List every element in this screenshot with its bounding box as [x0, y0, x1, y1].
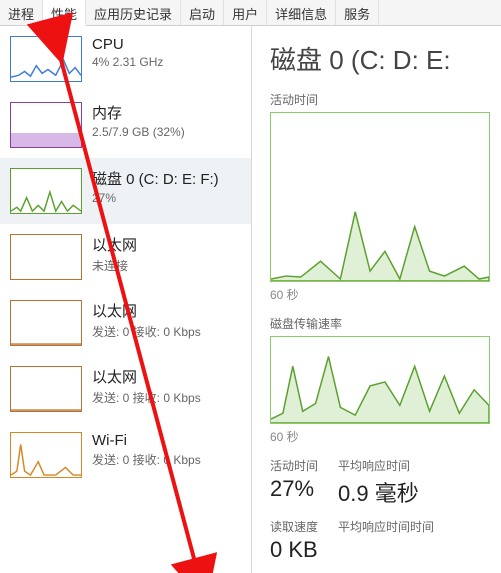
ethernet-thumb-icon: [10, 234, 82, 280]
tab-bar: 进程 性能 应用历史记录 启动 用户 详细信息 服务: [0, 0, 501, 26]
memory-thumb-icon: [10, 102, 82, 148]
tab-performance[interactable]: 性能: [43, 0, 86, 26]
stat-avg-rw-label: 平均响应时间时间: [338, 518, 434, 535]
disk-sub: 27%: [92, 191, 219, 205]
memory-title: 内存: [92, 102, 185, 123]
tab-app-history[interactable]: 应用历史记录: [86, 0, 181, 25]
wifi-sub: 发送: 0 接收: 0 Kbps: [92, 451, 201, 468]
tab-services[interactable]: 服务: [336, 0, 379, 25]
tab-startup[interactable]: 启动: [181, 0, 224, 25]
sidebar-item-memory[interactable]: 内存 2.5/7.9 GB (32%): [0, 92, 251, 158]
active-time-chart[interactable]: [270, 112, 490, 282]
wifi-title: Wi-Fi: [92, 432, 201, 449]
eth0-title: 以太网: [92, 234, 137, 255]
stat-resp-value: 0.9 毫秒: [338, 476, 419, 508]
cpu-sub: 4% 2.31 GHz: [92, 55, 163, 69]
axis-60s-2: 60 秒: [270, 428, 501, 445]
stat-read-value: 0 KB: [270, 537, 318, 563]
eth2-sub: 发送: 0 接收: 0 Kbps: [92, 389, 201, 406]
detail-heading: 磁盘 0 (C: D: E:: [270, 40, 501, 77]
active-time-label: 活动时间: [270, 91, 501, 108]
stat-active-value: 27%: [270, 476, 318, 502]
sidebar-item-eth2[interactable]: 以太网 发送: 0 接收: 0 Kbps: [0, 356, 251, 422]
eth1-sub: 发送: 0 接收: 0 Kbps: [92, 323, 201, 340]
wifi-thumb-icon: [10, 432, 82, 478]
eth1-title: 以太网: [92, 300, 201, 321]
memory-sub: 2.5/7.9 GB (32%): [92, 125, 185, 139]
sidebar-item-wifi[interactable]: Wi-Fi 发送: 0 接收: 0 Kbps: [0, 422, 251, 488]
stat-active-label: 活动时间: [270, 457, 318, 474]
tab-users[interactable]: 用户: [224, 0, 267, 25]
sidebar-item-eth0[interactable]: 以太网 未连接: [0, 224, 251, 290]
tab-processes[interactable]: 进程: [0, 0, 43, 25]
disk-title: 磁盘 0 (C: D: E: F:): [92, 168, 219, 189]
eth0-sub: 未连接: [92, 257, 137, 274]
sidebar-item-eth1[interactable]: 以太网 发送: 0 接收: 0 Kbps: [0, 290, 251, 356]
stat-resp-label: 平均响应时间: [338, 457, 419, 474]
disk-thumb-icon: [10, 168, 82, 214]
cpu-thumb-icon: [10, 36, 82, 82]
sidebar-item-cpu[interactable]: CPU 4% 2.31 GHz: [0, 26, 251, 92]
detail-panel: 磁盘 0 (C: D: E: 活动时间 60 秒 磁盘传输速率 60 秒 活动时…: [252, 26, 501, 573]
ethernet-thumb-icon: [10, 300, 82, 346]
perf-sidebar: CPU 4% 2.31 GHz 内存 2.5/7.9 GB (32%) 磁盘 0…: [0, 26, 252, 573]
sidebar-item-disk0[interactable]: 磁盘 0 (C: D: E: F:) 27%: [0, 158, 251, 224]
transfer-rate-label: 磁盘传输速率: [270, 315, 501, 332]
tab-details[interactable]: 详细信息: [267, 0, 336, 25]
cpu-title: CPU: [92, 36, 163, 53]
axis-60s-1: 60 秒: [270, 286, 501, 303]
stat-read-label: 读取速度: [270, 518, 318, 535]
eth2-title: 以太网: [92, 366, 201, 387]
transfer-rate-chart[interactable]: [270, 336, 490, 424]
ethernet-thumb-icon: [10, 366, 82, 412]
